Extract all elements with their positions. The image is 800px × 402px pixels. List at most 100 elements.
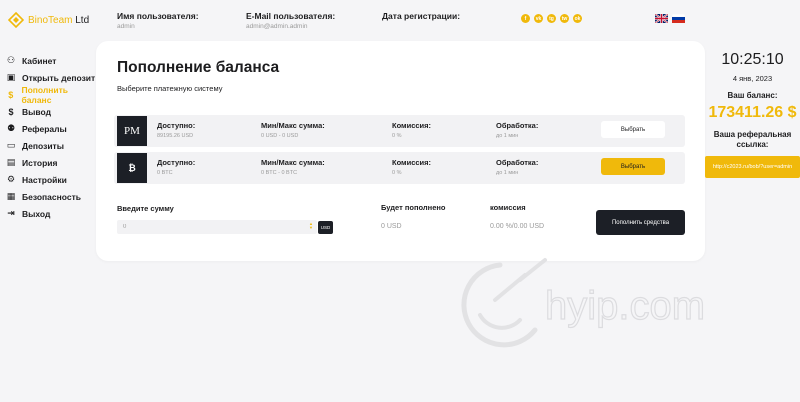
fee-label: Комиссия: [392,121,432,130]
processing-col: Обработка: до 1 мин [496,158,538,176]
processing-value: до 1 мин [496,133,519,139]
regdate-label: Дата регистрации: [382,11,461,21]
twitter-icon[interactable]: tw [560,14,569,23]
select-bitcoin-button[interactable]: Выбрать [601,158,665,175]
sidebar-item-referrals[interactable]: ⚉ Рефералы [6,120,96,137]
vk-icon[interactable]: vk [534,14,543,23]
regdate-block: Дата регистрации: [382,11,460,23]
top-up-card: Пополнение баланса Выберите платежную си… [96,41,705,261]
available-value: 0 BTC [157,170,173,176]
dollar-out-icon: $ [8,106,14,117]
uk-flag-icon[interactable] [655,14,668,23]
balance-value: 173411.26 $ [708,104,797,121]
minmax-value: 0 BTC - 0 BTC [261,170,298,176]
amount-stepper[interactable]: ▲ ▼ [309,222,313,230]
hyip-watermark: hyip.com [461,258,706,348]
logout-icon: ⇥ [7,208,15,218]
sidebar-item-label: Безопасность [22,191,81,202]
sidebar-item-withdraw[interactable]: $ Вывод [6,103,96,120]
sidebar-item-deposits[interactable]: ▭ Депозиты [6,137,96,154]
amount-label: Введите сумму [117,204,174,213]
sidebar-item-settings[interactable]: ⚙ Настройки [6,171,96,188]
sidebar-item-label: Выход [22,208,51,219]
user-icon: ⚇ [6,55,16,65]
sidebar-item-label: Пополнить баланс [21,84,69,105]
available-col: Доступно: 0 BTC [157,158,195,176]
sidebar-nav: ⚇ Кабинет ▣ Открыть депозит $ Пополнить бал… [6,52,96,222]
page-title: Пополнение баланса [117,59,280,76]
perfect-money-logo-icon: PM [117,116,147,146]
processing-col: Обработка: до 1 мин [496,121,538,139]
minmax-col: Мин/Макс сумма: 0 BTC - 0 BTC [261,158,325,176]
select-perfect-money-button[interactable]: Выбрать [601,121,665,138]
processing-label: Обработка: [496,121,539,130]
sidebar-item-top-up[interactable]: $ Пополнить баланс [6,84,96,105]
top-header: BinoTeam Ltd Имя пользователя: admin E-M… [0,0,800,40]
sidebar-item-label: Депозиты [22,140,64,151]
sidebar-item-label: Вывод [22,106,51,117]
minmax-col: Мин/Макс сумма: 0 USD - 0 USD [261,121,325,139]
username-block: Имя пользователя: admin [117,11,199,30]
available-label: Доступно: [157,121,196,130]
dollar-icon: $ [8,89,14,100]
payment-row-bitcoin[interactable]: ₿ Доступно: 0 BTC Мин/Макс сумма: 0 BTC … [114,152,685,184]
available-value: 89195.26 USD [157,133,194,139]
fee-label: Комиссия: [392,158,432,167]
currency-badge: USD [318,221,333,234]
email-label: E-Mail пользователя: [246,11,336,21]
commission-value: 0.00 %/0.00 USD [490,223,545,230]
facebook-icon[interactable]: f [521,14,530,23]
payment-row-perfect-money[interactable]: PM Доступно: 89195.26 USD Мин/Макс сумма… [114,115,685,147]
sidebar-item-history[interactable]: ▤ История [6,154,96,171]
brand-logo[interactable]: BinoTeam Ltd [8,12,89,28]
lock-icon: ▦ [6,191,16,201]
username-label: Имя пользователя: [117,11,199,21]
russia-flag-icon[interactable] [672,14,685,23]
email-block: E-Mail пользователя: admin@admin.admin [246,11,335,30]
sidebar-item-cabinet[interactable]: ⚇ Кабинет [6,52,96,69]
credited-value: 0 USD [381,223,402,230]
brand-name: BinoTeam Ltd [28,14,90,26]
current-date: 4 янв, 2023 [732,74,773,83]
page-subtitle: Выберите платежную систему [117,84,223,93]
sidebar-item-open-deposit[interactable]: ▣ Открыть депозит [6,69,96,86]
minmax-label: Мин/Макс сумма: [261,158,325,167]
credited-label: Будет пополнено [381,203,446,212]
monitor-icon: ▭ [6,140,16,150]
sidebar-item-label: Настройки [22,174,67,185]
fee-col: Комиссия: 0 % [392,121,431,139]
sidebar-item-logout[interactable]: ⇥ Выход [6,205,96,222]
watermark-text: hyip.com [545,284,705,328]
sidebar-item-label: Рефералы [22,123,67,134]
telegram-icon[interactable]: tg [547,14,556,23]
minmax-label: Мин/Макс сумма: [261,121,325,130]
clock: 10:25:10 [721,51,784,68]
fee-value: 0 % [392,133,402,139]
minmax-value: 0 USD - 0 USD [261,133,299,139]
social-links: f vk tg tw ok [521,14,582,23]
referral-link[interactable]: http://c2023.ru/bob/?user=admin [705,156,800,178]
sidebar-item-security[interactable]: ▦ Безопасность [6,188,96,205]
users-icon: ⚉ [6,123,16,133]
top-up-submit-button[interactable]: Пополнить средства [596,210,685,235]
referral-label: Ваша реферальная ссылка: [713,130,792,149]
processing-label: Обработка: [496,158,539,167]
balance-label: Ваш баланс: [727,91,778,100]
available-col: Доступно: 89195.26 USD [157,121,195,139]
account-summary-panel: 10:25:10 4 янв, 2023 Ваш баланс: 173411.… [705,41,800,178]
amount-input[interactable] [117,220,317,234]
sidebar-item-label: История [22,157,58,168]
document-icon: ▤ [6,157,16,167]
language-switcher [655,14,685,23]
gear-icon: ⚙ [6,174,16,184]
processing-value: до 1 мин [496,170,519,176]
email-value: admin@admin.admin [246,23,308,30]
available-label: Доступно: [157,158,196,167]
sidebar-item-label: Кабинет [22,55,57,66]
bitcoin-logo-icon: ₿ [117,153,147,183]
briefcase-icon: ▣ [6,72,16,82]
odnoklassniki-icon[interactable]: ok [573,14,582,23]
fee-col: Комиссия: 0 % [392,158,431,176]
username-value: admin [117,23,135,30]
sidebar-item-label: Открыть депозит [22,72,96,83]
